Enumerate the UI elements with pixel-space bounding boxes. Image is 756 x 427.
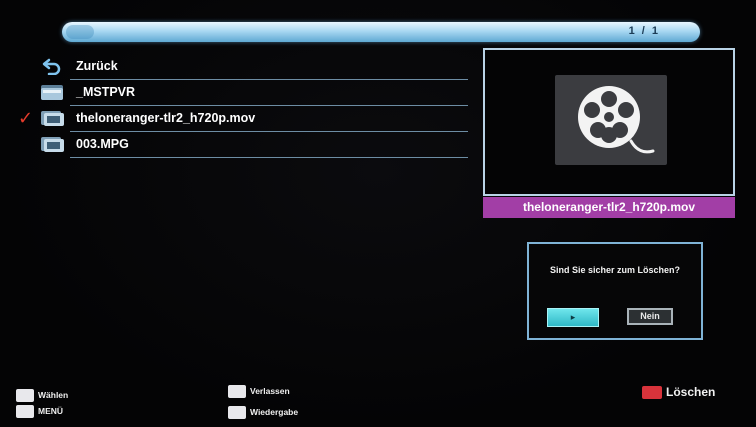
video-file-icon [40, 109, 64, 127]
legend-select[interactable]: Wählen [16, 388, 116, 404]
path-progress-fill [66, 25, 94, 39]
white-key-icon [16, 389, 34, 402]
legend-label: Wiedergabe [250, 407, 299, 417]
path-progress-bar: 1 / 1 [62, 22, 700, 42]
white-key-icon [228, 385, 246, 398]
file-list-item-mpg[interactable]: 003.MPG [14, 132, 468, 158]
confirm-yes-button[interactable]: ▸ [547, 308, 599, 327]
legend-delete[interactable]: Löschen [642, 385, 742, 401]
video-file-icon [40, 135, 64, 153]
red-key-icon [642, 386, 662, 399]
legend-play[interactable]: Wiedergabe [228, 405, 348, 421]
preview-caption: theloneranger-tlr2_h720p.mov [483, 197, 735, 218]
file-list: Zurück _MSTPVR ✓ theloneranger-tlr2_h720… [14, 54, 468, 158]
legend-exit[interactable]: Verlassen [228, 384, 348, 400]
confirm-no-button[interactable]: Nein [627, 308, 673, 325]
back-arrow-icon [40, 57, 64, 76]
row-divider [70, 157, 468, 158]
legend-label: MENÜ [38, 406, 64, 416]
film-reel-icon [555, 75, 667, 165]
file-name: theloneranger-tlr2_h720p.mov [76, 111, 256, 125]
folder-icon [40, 83, 64, 101]
legend-label: Löschen [666, 385, 716, 399]
preview-panel [483, 48, 735, 196]
legend-label: Wählen [38, 390, 69, 400]
file-list-item-folder[interactable]: _MSTPVR [14, 80, 468, 106]
file-list-item-selected[interactable]: ✓ theloneranger-tlr2_h720p.mov [14, 106, 468, 132]
legend-label: Verlassen [250, 386, 290, 396]
checkmark-icon: ✓ [18, 108, 34, 128]
delete-confirm-dialog: Sind Sie sicher zum Löschen? ▸ Nein [527, 242, 703, 340]
dialog-message: Sind Sie sicher zum Löschen? [549, 265, 681, 275]
file-name: _MSTPVR [76, 85, 136, 99]
file-name: Zurück [76, 59, 118, 73]
file-list-item-back[interactable]: Zurück [14, 54, 468, 80]
legend-menu[interactable]: MENÜ [16, 404, 116, 420]
file-name: 003.MPG [76, 137, 129, 151]
page-counter: 1 / 1 [628, 25, 660, 37]
play-key-icon [228, 406, 246, 419]
white-key-icon [16, 405, 34, 418]
